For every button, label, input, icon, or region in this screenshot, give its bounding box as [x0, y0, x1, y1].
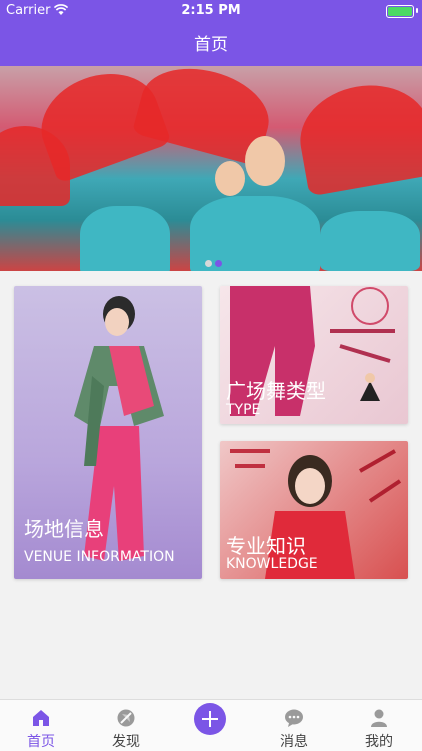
type-title-cn: 广场舞类型 — [226, 379, 326, 403]
face-shape — [215, 161, 245, 196]
banner-carousel[interactable] — [0, 66, 422, 271]
fan-shape — [292, 75, 422, 197]
status-time: 2:15 PM — [181, 3, 241, 18]
tab-discover[interactable]: 发现 — [91, 700, 161, 751]
dance-type-card[interactable]: 广场舞类型 TYPE — [220, 286, 408, 424]
user-icon — [371, 709, 387, 727]
add-post-button[interactable] — [194, 703, 226, 735]
dancer-shape — [320, 211, 420, 271]
knowledge-card[interactable]: 专业知识 KNOWLEDGE — [220, 441, 408, 579]
page-title: 首页 — [194, 35, 228, 55]
home-icon — [33, 710, 49, 726]
tab-mine[interactable]: 我的 — [344, 700, 414, 751]
carousel-indicator[interactable] — [205, 252, 225, 271]
carousel-dot-active[interactable] — [215, 260, 222, 267]
tab-discover-label: 发现 — [112, 734, 140, 750]
tab-messages[interactable]: 消息 — [259, 700, 329, 751]
knowledge-title-cn: 专业知识 — [226, 534, 306, 558]
tab-home-label: 首页 — [27, 734, 55, 750]
header-bar: Carrier 2:15 PM 首页 — [0, 0, 422, 66]
compass-icon — [117, 709, 135, 727]
tab-mine-label: 我的 — [365, 734, 393, 750]
battery-icon — [386, 5, 414, 18]
knowledge-title-en: KNOWLEDGE — [226, 556, 318, 572]
battery-cap — [416, 8, 418, 13]
face-shape — [245, 136, 285, 186]
type-title-en: TYPE — [226, 402, 261, 418]
tab-home[interactable]: 首页 — [6, 700, 76, 751]
venue-title-cn: 场地信息 — [24, 517, 104, 541]
venue-info-card[interactable]: 场地信息 VENUE INFORMATION — [14, 286, 202, 579]
venue-title-en: VENUE INFORMATION — [24, 549, 175, 565]
carousel-dot[interactable] — [205, 260, 212, 267]
chat-bubble-icon — [285, 709, 303, 727]
dancer-shape — [80, 206, 170, 271]
tab-messages-label: 消息 — [280, 734, 308, 750]
status-bar: Carrier 2:15 PM — [0, 0, 422, 22]
